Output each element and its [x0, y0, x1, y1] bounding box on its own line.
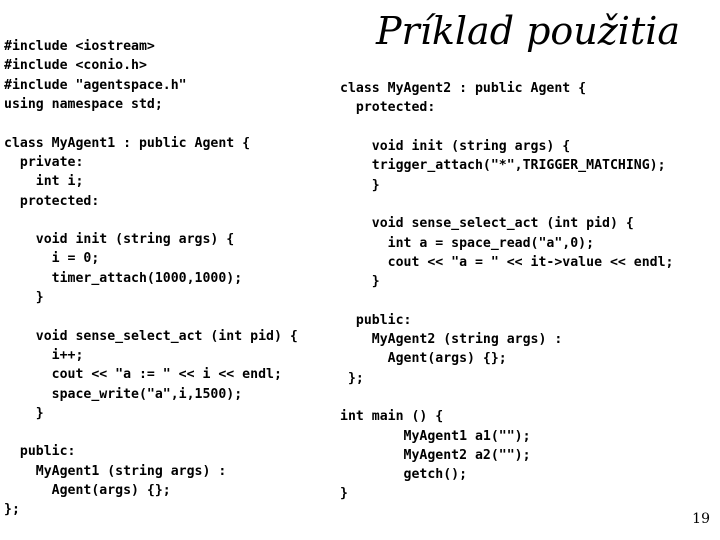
- code-line: }: [4, 405, 44, 421]
- code-line: void sense_select_act (int pid) {: [4, 328, 298, 344]
- code-block-left: #include <iostream> #include <conio.h> #in…: [4, 37, 340, 519]
- code-line: };: [4, 502, 20, 518]
- code-line: }: [340, 177, 380, 193]
- code-line: public:: [340, 312, 412, 328]
- code-line: }: [4, 290, 44, 306]
- code-line: Agent(args) {};: [4, 483, 171, 499]
- code-line: int main () {: [340, 409, 444, 425]
- code-line: class MyAgent1 : public Agent {: [4, 135, 251, 151]
- code-line: void init (string args) {: [340, 139, 571, 155]
- code-line: protected:: [4, 193, 100, 209]
- code-line: space_write("a",i,1500);: [4, 386, 243, 402]
- code-line: }: [340, 274, 380, 290]
- code-line: MyAgent1 (string args) :: [4, 463, 227, 479]
- code-line: class MyAgent2 : public Agent {: [340, 81, 587, 97]
- code-line: trigger_attach("*",TRIGGER_MATCHING);: [340, 158, 666, 174]
- code-line: MyAgent2 (string args) :: [340, 332, 563, 348]
- code-line: MyAgent2 a2("");: [340, 447, 531, 463]
- code-line: MyAgent1 a1("");: [340, 428, 531, 444]
- code-line: void sense_select_act (int pid) {: [340, 216, 634, 232]
- code-line: #include <iostream>: [4, 39, 155, 55]
- code-line: #include "agentspace.h": [4, 77, 187, 93]
- code-line: using namespace std;: [4, 97, 163, 113]
- code-line: public:: [4, 444, 76, 460]
- code-line: cout << "a := " << i << endl;: [4, 367, 282, 383]
- code-line: #include <conio.h>: [4, 58, 147, 74]
- code-line: private:: [4, 154, 84, 170]
- code-line: i = 0;: [4, 251, 100, 267]
- code-line: timer_attach(1000,1000);: [4, 270, 243, 286]
- code-line: Agent(args) {};: [340, 351, 507, 367]
- code-line: protected:: [340, 100, 436, 116]
- page-title: Príklad použitia: [375, 9, 681, 53]
- code-line: int i;: [4, 174, 84, 190]
- code-line: i++;: [4, 347, 84, 363]
- presentation-slide: Príklad použitia #include <iostream> #inc…: [0, 0, 720, 540]
- code-line: void init (string args) {: [4, 232, 235, 248]
- code-line: int a = space_read("a",0);: [340, 235, 595, 251]
- code-block-right: class MyAgent2 : public Agent { protecte…: [340, 79, 720, 504]
- code-line: };: [340, 370, 364, 386]
- code-line: cout << "a = " << it->value << endl;: [340, 254, 674, 270]
- code-line: }: [340, 486, 348, 502]
- code-line: getch();: [340, 467, 468, 483]
- slide-page-number: 19: [692, 511, 710, 527]
